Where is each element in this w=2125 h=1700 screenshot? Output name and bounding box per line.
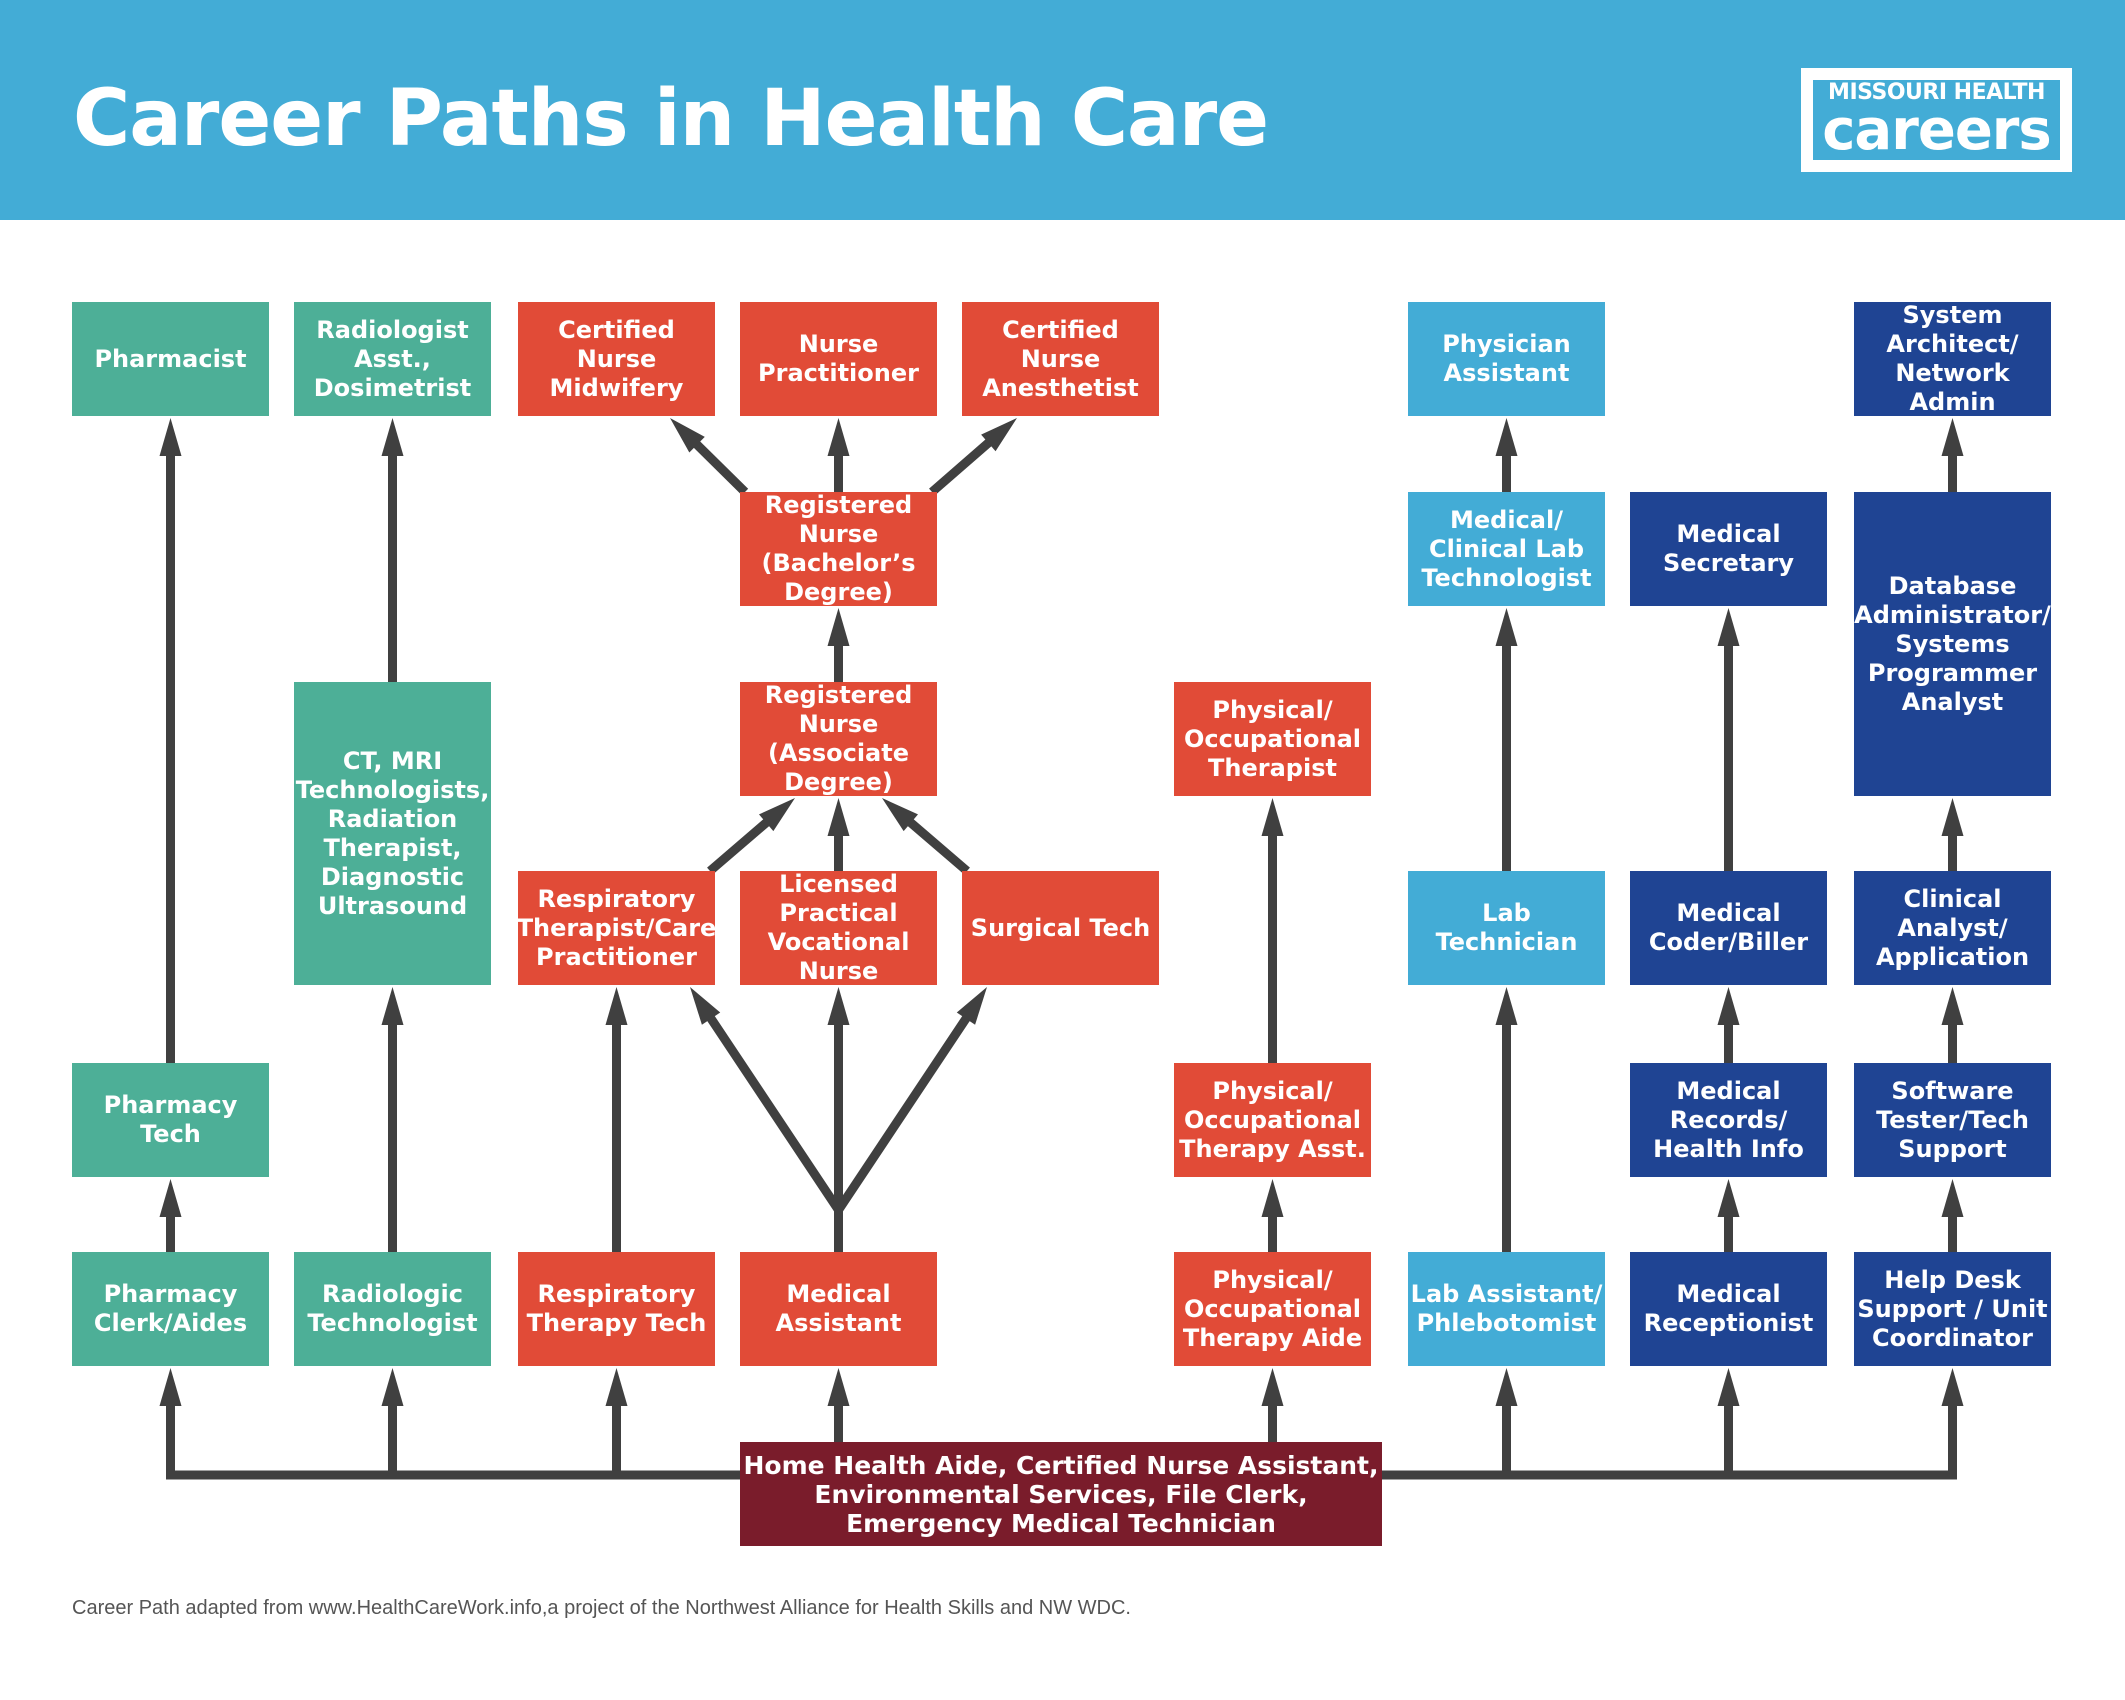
career-node-software-tester[interactable]: Software Tester/Tech Support [1854,1063,2051,1177]
career-node-radiologist-asst[interactable]: Radiologist Asst., Dosimetrist [294,302,491,416]
edge-radiologic-technologist-to-ct-mri-arrowhead-icon [381,987,404,1025]
edge-database-administrator-to-system-architect-arrowhead-icon [1941,418,1964,456]
career-node-certified-nurse-midwifery[interactable]: Certified Nurse Midwifery [518,302,715,416]
edge-lpn-to-rn-associate-arrowhead-icon [827,798,850,836]
career-node-system-architect[interactable]: System Architect/ Network Admin [1854,301,2051,416]
career-node-rn-associate[interactable]: Registered Nurse (Associate Degree) [740,681,937,796]
career-node-medical-secretary[interactable]: Medical Secretary [1630,492,1827,606]
edge-medical-assistant-to-respiratory-therapist-shaft [702,1009,843,1213]
edge-lab-assistant-to-lab-technician-arrowhead-icon [1495,987,1518,1025]
career-node-rn-bachelors[interactable]: Registered Nurse (Bachelor’s Degree) [740,491,937,606]
edge-respiratory-therapist-to-rn-associate-shaft [707,814,776,875]
career-node-medical-records[interactable]: Medical Records/ Health Info [1630,1063,1827,1177]
edge-pt-ot-asst-to-pt-ot-therapist-arrowhead-icon [1261,798,1284,836]
edge-software-tester-to-clinical-analyst-arrowhead-icon [1941,987,1964,1025]
career-node-medical-coder[interactable]: Medical Coder/Biller [1630,871,1827,985]
edge-pharmacy-tech-to-pharmacist-arrowhead-icon [159,418,182,456]
edge-rn-bachelors-to-certified-nurse-anesthetist-shaft [929,434,998,496]
entry-to-medical-receptionist-arrowhead-icon [1717,1368,1740,1406]
career-node-clinical-lab-technologist[interactable]: Medical/ Clinical Lab Technologist [1408,492,1605,606]
entry-to-pt-ot-aide-arrowhead-icon [1261,1368,1284,1406]
career-node-surgical-tech[interactable]: Surgical Tech [962,871,1159,985]
career-node-pharmacy-tech[interactable]: Pharmacy Tech [72,1063,269,1177]
career-node-ct-mri[interactable]: CT, MRI Technologists, Radiation Therapi… [294,682,491,985]
career-node-pharmacist[interactable]: Pharmacist [72,302,269,416]
entry-to-respiratory-therapy-tech-arrowhead-icon [605,1368,628,1406]
edge-surgical-tech-to-rn-associate-shaft [901,814,970,875]
career-node-pt-ot-asst[interactable]: Physical/ Occupational Therapy Asst. [1174,1063,1371,1177]
edge-rn-associate-to-rn-bachelors-arrowhead-icon [827,608,850,646]
edge-rn-bachelors-to-nurse-practitioner-arrowhead-icon [827,418,850,456]
edge-pharmacy-clerk-to-pharmacy-tech-arrowhead-icon [159,1179,182,1217]
entry-to-medical-assistant-arrowhead-icon [827,1368,850,1406]
entry-to-help-desk-arrowhead-icon [1941,1368,1964,1406]
edge-medical-records-to-medical-coder-arrowhead-icon [1717,987,1740,1025]
career-node-radiologic-technologist[interactable]: Radiologic Technologist [294,1252,491,1366]
entry-level-jobs-box[interactable]: Home Health Aide, Certified Nurse Assist… [740,1442,1382,1546]
edge-medical-receptionist-to-medical-records-arrowhead-icon [1717,1179,1740,1217]
career-node-respiratory-therapist[interactable]: Respiratory Therapist/Care Practitioner [517,871,716,985]
edge-medical-assistant-to-lpn-arrowhead-icon [827,987,850,1025]
career-node-physician-assistant[interactable]: Physician Assistant [1408,302,1605,416]
career-node-respiratory-therapy-tech[interactable]: Respiratory Therapy Tech [518,1252,715,1366]
career-node-medical-receptionist[interactable]: Medical Receptionist [1630,1252,1827,1366]
edge-respiratory-therapy-tech-to-respiratory-therapist-arrowhead-icon [605,987,628,1025]
edge-pt-ot-aide-to-pt-ot-asst-arrowhead-icon [1261,1179,1284,1217]
edge-rn-bachelors-to-certified-nurse-midwifery-shaft [688,435,749,496]
entry-to-radiologic-technologist-arrowhead-icon [381,1368,404,1406]
career-node-database-administrator[interactable]: Database Administrator/ Systems Programm… [1854,492,2051,796]
career-node-pt-ot-aide[interactable]: Physical/ Occupational Therapy Aide [1174,1252,1371,1366]
career-node-pharmacy-clerk[interactable]: Pharmacy Clerk/Aides [72,1252,269,1366]
career-node-help-desk[interactable]: Help Desk Support / Unit Coordinator [1854,1252,2051,1366]
edge-lab-technician-to-clinical-lab-technologist-arrowhead-icon [1495,608,1518,646]
career-node-nurse-practitioner[interactable]: Nurse Practitioner [740,302,937,416]
entry-to-pharmacy-clerk-arrowhead-icon [159,1368,182,1406]
edge-clinical-analyst-to-database-administrator-arrowhead-icon [1941,798,1964,836]
career-node-medical-assistant[interactable]: Medical Assistant [740,1252,937,1366]
source-credit: Career Path adapted from www.HealthCareW… [72,1597,1131,1619]
edge-clinical-lab-technologist-to-physician-assistant-arrowhead-icon [1495,418,1518,456]
entry-to-lab-assistant-arrowhead-icon [1495,1368,1518,1406]
career-node-lpn[interactable]: Licensed Practical Vocational Nurse [740,870,937,985]
edge-medical-coder-to-medical-secretary-arrowhead-icon [1717,608,1740,646]
edge-ct-mri-to-radiologist-asst-arrowhead-icon [381,418,404,456]
career-node-lab-technician[interactable]: Lab Technician [1408,871,1605,985]
edge-help-desk-to-software-tester-arrowhead-icon [1941,1179,1964,1217]
career-node-lab-assistant[interactable]: Lab Assistant/ Phlebotomist [1408,1252,1605,1366]
edge-medical-assistant-to-surgical-tech-shaft [834,1009,975,1213]
career-node-pt-ot-therapist[interactable]: Physical/ Occupational Therapist [1174,682,1371,796]
career-node-certified-nurse-anesthetist[interactable]: Certified Nurse Anesthetist [962,302,1159,416]
career-node-clinical-analyst[interactable]: Clinical Analyst/ Application [1854,871,2051,985]
